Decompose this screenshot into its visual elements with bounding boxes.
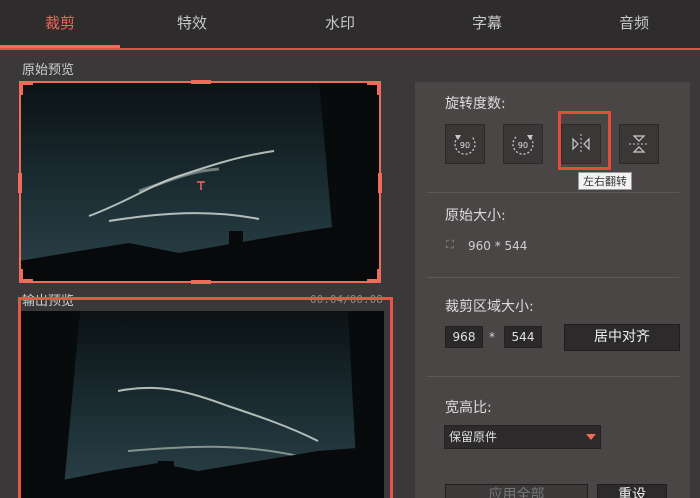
crop-width-input[interactable]: 968	[445, 326, 483, 348]
tab-effects[interactable]: 特效	[132, 0, 252, 48]
crop-times-sign: *	[489, 330, 495, 344]
flip-horizontal-highlight	[558, 111, 611, 170]
divider	[427, 376, 679, 377]
dropdown-arrow-icon	[586, 434, 596, 440]
output-preview-label: 输出预览	[22, 294, 75, 309]
apply-all-button[interactable]: 应用全部	[445, 484, 588, 498]
flip-horizontal-tooltip: 左右翻转	[578, 172, 632, 190]
aspect-ratio-label: 宽高比:	[445, 400, 492, 416]
original-size-label: 原始大小:	[445, 208, 506, 224]
flip-vertical-icon	[629, 135, 649, 153]
center-align-button[interactable]: 居中对齐	[564, 324, 680, 351]
reset-button[interactable]: 重设	[597, 484, 667, 498]
tab-bar: 裁剪 特效 水印 字幕 音频	[0, 0, 700, 50]
original-preview-image	[19, 81, 381, 283]
expand-icon: ⛶	[446, 238, 454, 251]
svg-text:90: 90	[518, 141, 528, 150]
rotate-left-icon: 90	[454, 135, 476, 155]
flip-vertical-button[interactable]	[619, 124, 659, 164]
output-timecode: 00:04/00:08	[310, 293, 383, 306]
tab-crop[interactable]: 裁剪	[0, 0, 120, 48]
output-preview-image	[18, 311, 384, 498]
rotate-left-button[interactable]: 90	[445, 124, 485, 164]
original-preview-label: 原始预览	[22, 63, 75, 78]
tab-subtitles[interactable]: 字幕	[427, 0, 547, 48]
crop-height-input[interactable]: 544	[504, 326, 542, 348]
tab-audio[interactable]: 音频	[574, 0, 694, 48]
svg-text:90: 90	[460, 141, 470, 150]
divider	[427, 192, 679, 193]
original-size-value: 960 * 544	[468, 239, 528, 253]
tab-watermark[interactable]: 水印	[280, 0, 400, 48]
divider	[427, 277, 679, 278]
aspect-ratio-value: 保留原件	[449, 430, 498, 444]
rotation-label: 旋转度数:	[445, 96, 506, 112]
rotate-right-button[interactable]: 90	[503, 124, 543, 164]
aspect-ratio-select[interactable]: 保留原件	[444, 425, 601, 449]
rotate-right-icon: 90	[512, 135, 534, 155]
crop-size-label: 裁剪区域大小:	[445, 299, 534, 315]
